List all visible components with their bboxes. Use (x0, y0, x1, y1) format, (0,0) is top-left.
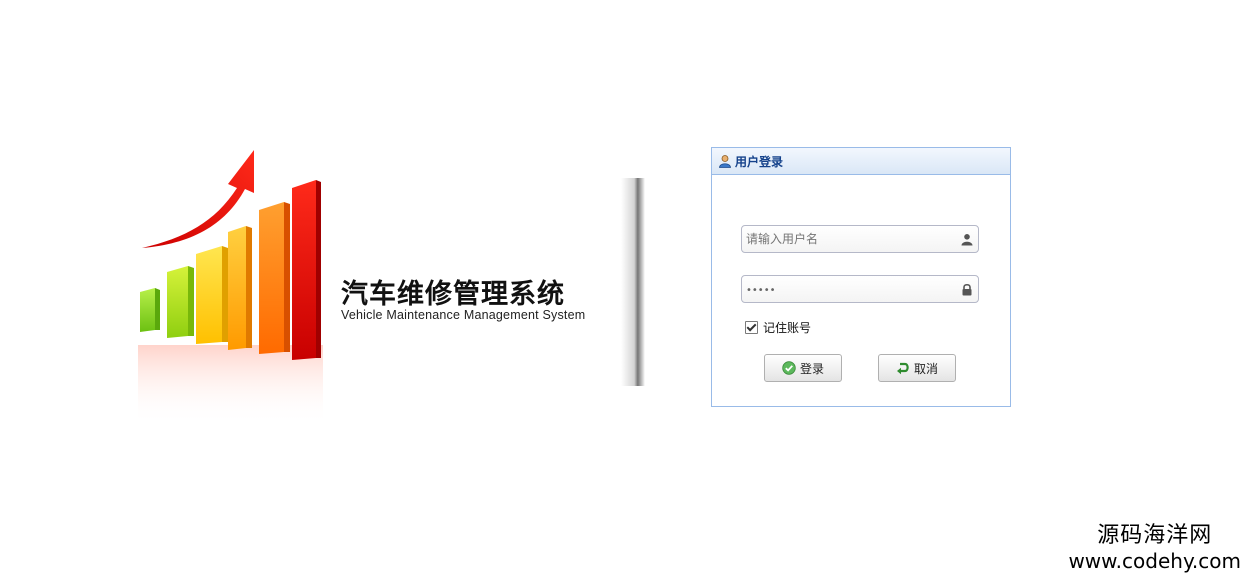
undo-icon (896, 362, 909, 375)
password-field (741, 275, 979, 303)
username-field (741, 225, 979, 253)
login-panel-header: 用户登录 (712, 148, 1010, 175)
watermark-line2: www.codehy.com (1068, 549, 1241, 573)
login-panel-title: 用户登录 (735, 154, 784, 169)
remember-checkbox[interactable] (745, 321, 758, 334)
login-button-label: 登录 (799, 361, 824, 376)
app-subtitle: Vehicle Maintenance Management System (341, 308, 586, 322)
user-icon (719, 155, 731, 168)
user-icon (961, 234, 973, 246)
app-title: 汽车维修管理系统 (341, 279, 565, 310)
login-button[interactable]: 登录 (764, 354, 842, 382)
remember-label: 记住账号 (763, 321, 812, 335)
remember-account[interactable]: 记住账号 (745, 319, 811, 336)
password-input[interactable] (746, 281, 956, 299)
lock-icon (962, 283, 972, 296)
cancel-button-label: 取消 (913, 361, 938, 376)
watermark-line1: 源码海洋网 (1097, 523, 1213, 548)
cancel-button[interactable]: 取消 (878, 354, 956, 382)
check-circle-icon (782, 361, 796, 375)
watermark: 源码海洋网 www.codehy.com (1068, 523, 1241, 573)
brand-area: 汽车维修管理系统 Vehicle Maintenance Management … (0, 0, 700, 579)
login-panel: 用户登录 记住账号 登录 取消 (711, 147, 1011, 407)
username-input[interactable] (746, 230, 956, 248)
